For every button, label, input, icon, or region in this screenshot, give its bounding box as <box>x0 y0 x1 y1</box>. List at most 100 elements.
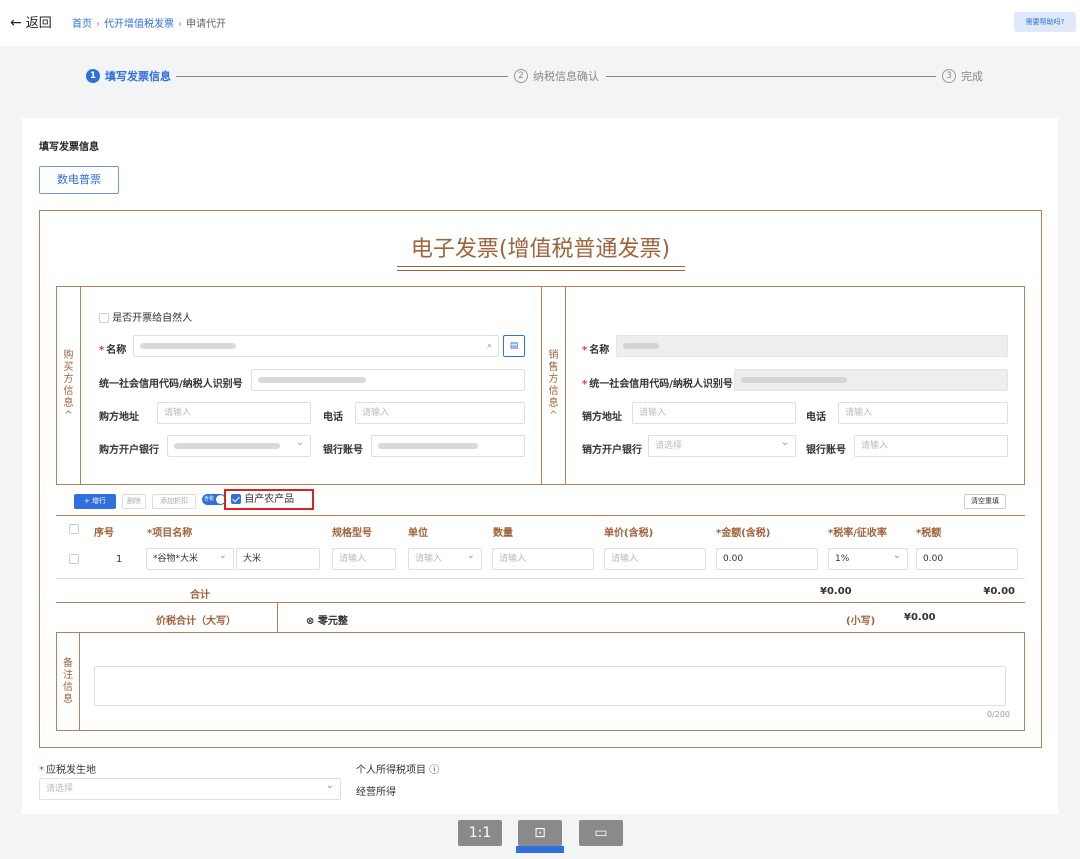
seller-bank-select[interactable]: 请选择 <box>648 433 796 457</box>
step-2: 2 纳税信息确认 <box>514 68 599 84</box>
amount-input[interactable]: 0.00 <box>716 548 818 570</box>
search-icon: ⌕ <box>486 341 492 351</box>
remark-textarea[interactable] <box>94 666 1006 706</box>
row-index: 1 <box>116 554 123 565</box>
progress-steps: 1 填写发票信息 2 纳税信息确认 3 完成 <box>0 46 1080 108</box>
title-underline <box>397 266 685 267</box>
price-input[interactable]: 请输入 <box>604 548 706 570</box>
fit-screen-icon[interactable]: ⊡ <box>518 820 562 846</box>
col-price: 单价(含税) <box>604 528 654 539</box>
seller-section-label[interactable]: 销售方信息 ^ <box>542 287 566 484</box>
seller-address-label: 销方地址 <box>582 412 622 423</box>
natural-person-checkbox[interactable]: 是否开票给自然人 <box>99 309 192 324</box>
col-index: 序号 <box>94 528 114 539</box>
buyer-phone-label: 电话 <box>323 412 343 423</box>
remark-section: 备注信息 0/200 <box>56 633 1025 731</box>
buyer-address-input[interactable]: 请输入 <box>157 402 311 424</box>
col-tax: *税额 <box>916 528 942 539</box>
tax-input[interactable]: 0.00 <box>916 548 1018 570</box>
items-table: 序号 *项目名称 规格型号 单位 数量 单价(含税) *金额(含税) *税率/征… <box>56 515 1025 603</box>
remark-counter: 0/200 <box>986 710 1010 719</box>
total-label: 合计 <box>190 590 210 601</box>
step-divider <box>176 76 508 77</box>
parties-section: 购买方信息 ^ 是否开票给自然人 * 名称 ⌕ ▤ 统一社会信用代码/纳税人识别号 … <box>56 286 1025 485</box>
sum-label: 价税合计（大写） <box>156 616 236 627</box>
rate-select[interactable]: 1% <box>828 546 908 570</box>
step-1: 1 填写发票信息 <box>86 68 171 84</box>
buyer-bank-select[interactable] <box>167 433 311 457</box>
unit-select[interactable]: 请输入 <box>408 546 482 570</box>
buyer-name-label: * 名称 <box>99 345 127 356</box>
info-icon: ⓘ <box>429 765 440 776</box>
seller-bank-label: 销方开户银行 <box>582 445 642 456</box>
arrow-left-icon: ← <box>10 15 22 31</box>
seller-section: 销售方信息 ^ * 名称 * 统一社会信用代码/纳税人识别号 销方地址 请输入 电话 … <box>541 287 1026 484</box>
select-buyer-icon[interactable]: ▤ <box>503 335 525 357</box>
title-underline <box>397 270 685 271</box>
buyer-taxid-label: 统一社会信用代码/纳税人识别号 <box>99 379 243 390</box>
items-toolbar: + 增行 删除 添加折扣 含税 自产农产品 清空重填 <box>56 485 1025 515</box>
add-discount-button[interactable]: 添加折扣 <box>152 494 196 509</box>
delete-button[interactable]: 删除 <box>122 494 146 509</box>
back-button[interactable]: ← 返回 <box>10 12 52 31</box>
tax-place-label: * 应税发生地 <box>39 765 96 776</box>
invoice-type-tab[interactable]: 数电普票 <box>39 166 119 194</box>
help-button[interactable]: 需要帮助吗? <box>1014 12 1076 32</box>
buyer-taxid-input[interactable] <box>251 369 525 391</box>
seller-address-input[interactable]: 请输入 <box>632 402 796 424</box>
actual-size-button[interactable]: 1:1 <box>458 820 502 846</box>
col-spec: 规格型号 <box>332 528 372 539</box>
buyer-section-label[interactable]: 购买方信息 ^ <box>57 287 81 484</box>
breadcrumb-home[interactable]: 首页 <box>72 19 92 30</box>
add-row-button[interactable]: + 增行 <box>74 494 116 509</box>
buyer-account-label: 银行账号 <box>323 445 363 456</box>
seller-phone-input[interactable]: 请输入 <box>838 402 1008 424</box>
qty-input[interactable]: 请输入 <box>492 548 594 570</box>
select-all-checkbox[interactable] <box>69 524 79 535</box>
breadcrumb: 首页 › 代开增值税发票 › 申请代开 <box>72 19 226 30</box>
total-tax: ¥0.00 <box>983 586 1015 597</box>
buyer-account-input[interactable] <box>371 435 525 457</box>
buyer-phone-input[interactable]: 请输入 <box>355 402 525 424</box>
row-checkbox[interactable] <box>69 554 79 565</box>
tax-place-select[interactable]: 请选择 <box>39 776 341 800</box>
col-unit: 单位 <box>408 528 428 539</box>
seller-phone-label: 电话 <box>806 412 826 423</box>
buyer-address-label: 购方地址 <box>99 412 139 423</box>
invoice-title: 电子发票(增值税普通发票) <box>410 237 671 262</box>
col-rate: *税率/征收率 <box>828 528 887 539</box>
viewer-dock: 1:1 ⊡ ▭ <box>458 820 624 853</box>
seller-name-input <box>616 335 1008 357</box>
breadcrumb-invoice[interactable]: 代开增值税发票 <box>104 19 174 30</box>
buyer-section: 购买方信息 ^ 是否开票给自然人 * 名称 ⌕ ▤ 统一社会信用代码/纳税人识别号 … <box>57 287 541 484</box>
seller-name-label: * 名称 <box>582 345 610 356</box>
price-tax-total-row: 价税合计（大写） ⊗ 零元整 (小写) ¥0.00 <box>56 603 1025 633</box>
col-qty: 数量 <box>493 528 513 539</box>
buyer-bank-label: 购方开户银行 <box>99 445 159 456</box>
tax-included-toggle[interactable]: 含税 <box>202 494 226 505</box>
total-row: 合计 ¥0.00 ¥0.00 <box>56 578 1025 604</box>
seller-account-label: 银行账号 <box>806 445 846 456</box>
remark-section-label: 备注信息 <box>56 633 80 731</box>
total-amount: ¥0.00 <box>820 586 852 597</box>
clear-button[interactable]: 清空重填 <box>964 494 1006 509</box>
self-produced-checkbox[interactable]: 自产农产品 <box>224 489 314 510</box>
top-bar: ← 返回 首页 › 代开增值税发票 › 申请代开 需要帮助吗? <box>0 0 1080 46</box>
screen-icon[interactable]: ▭ <box>579 820 623 846</box>
income-tax-label: 个人所得税项目 ⓘ <box>356 765 440 776</box>
invoice-form: 电子发票(增值税普通发票) 购买方信息 ^ 是否开票给自然人 * 名称 ⌕ ▤ 统一… <box>39 210 1042 748</box>
col-item-name: *项目名称 <box>147 528 193 539</box>
seller-taxid-input <box>734 369 1008 391</box>
invoice-card: 填写发票信息 数电普票 电子发票(增值税普通发票) 购买方信息 ^ 是否开票给自然… <box>22 118 1058 814</box>
col-amount: *金额(含税) <box>716 528 771 539</box>
buyer-name-input[interactable]: ⌕ <box>133 335 499 357</box>
sum-lower: ¥0.00 <box>904 612 936 623</box>
seller-account-input[interactable]: 请输入 <box>854 435 1008 457</box>
step-divider <box>606 76 936 77</box>
item-name-input[interactable]: 大米 <box>236 548 320 570</box>
category-select[interactable]: *谷物*大米 <box>146 546 234 570</box>
section-title: 填写发票信息 <box>39 142 99 153</box>
sum-lower-label: (小写) <box>846 616 876 627</box>
spec-input[interactable]: 请输入 <box>332 548 396 570</box>
step-3: 3 完成 <box>942 68 983 84</box>
